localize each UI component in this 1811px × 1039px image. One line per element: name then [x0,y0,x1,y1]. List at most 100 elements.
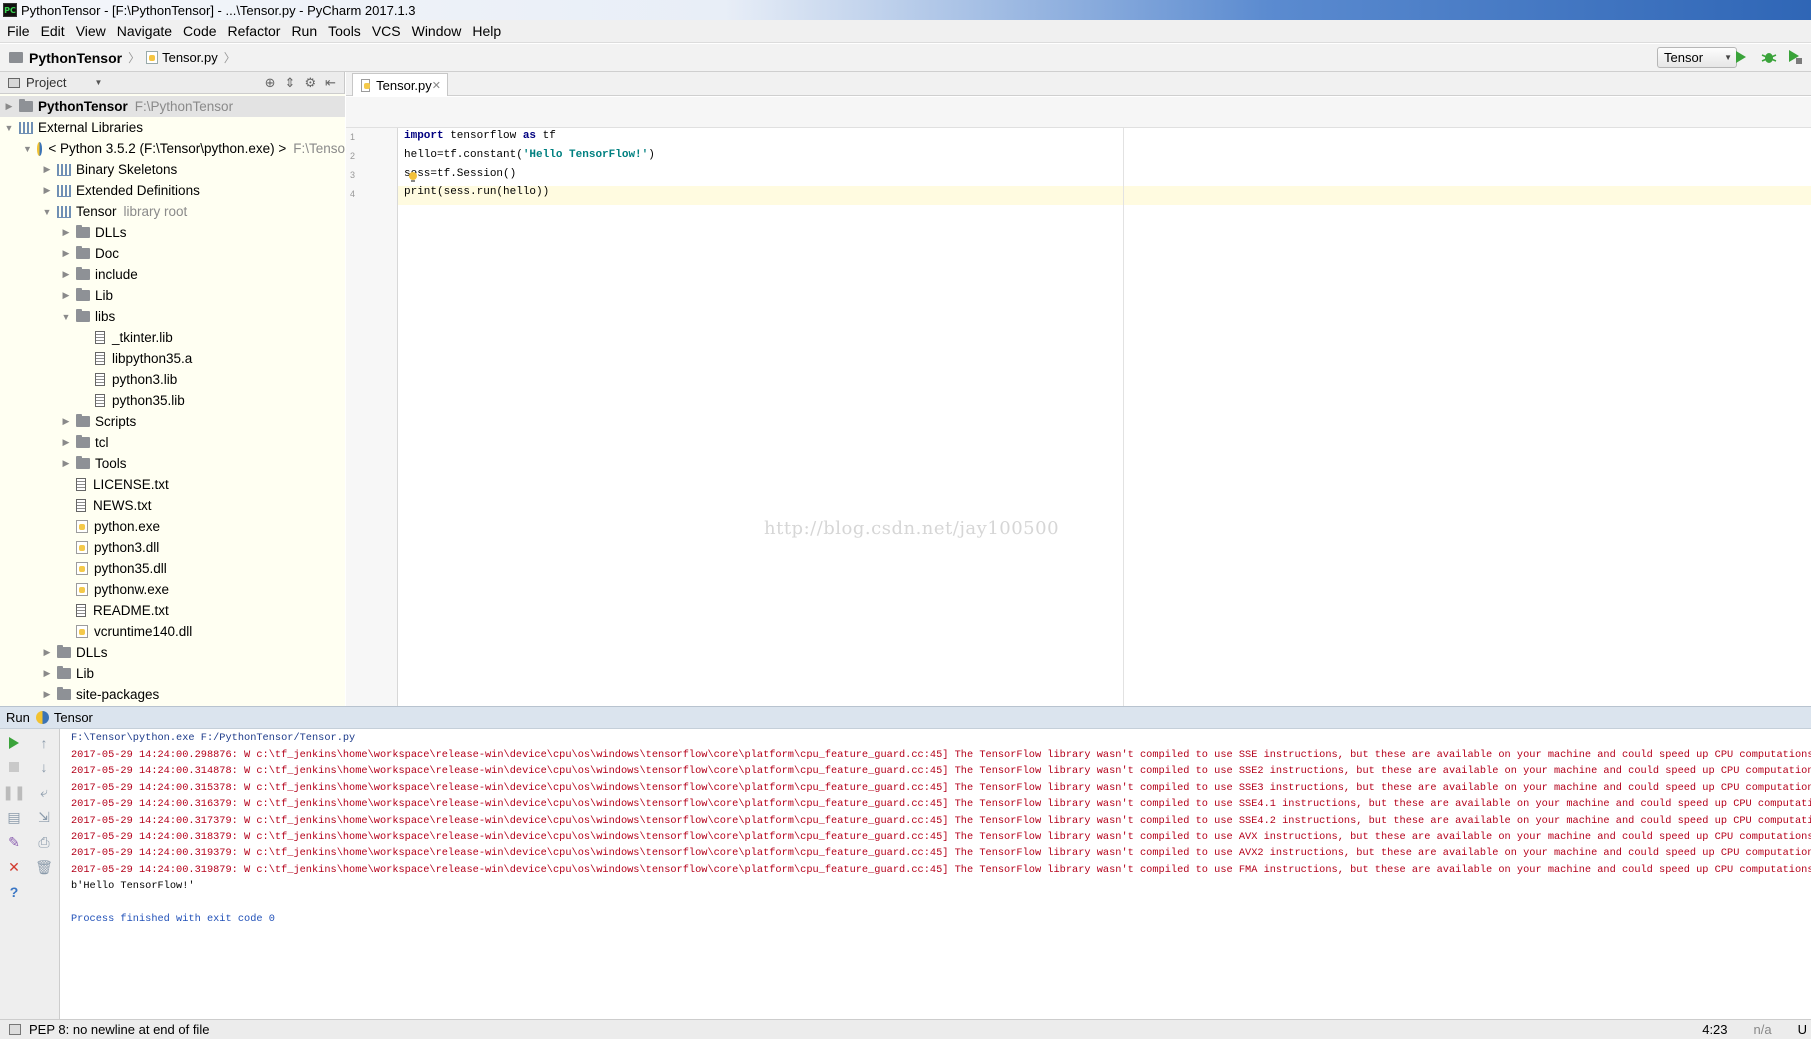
collapse-all-icon[interactable]: ⇕ [285,75,296,91]
tree-item[interactable]: python3.lib [0,369,345,390]
rerun-button[interactable] [5,734,23,752]
folder-icon [76,288,90,301]
collapsed-arrow-icon[interactable]: ▶ [4,101,14,112]
tree-item[interactable]: ▶ Binary Skeletons [0,159,345,180]
encoding-status[interactable]: U [1798,1022,1807,1037]
line-separator-status[interactable]: n/a [1754,1022,1772,1037]
tree-item[interactable]: LICENSE.txt [0,474,345,495]
run-configuration-select[interactable]: Tensor ▼ [1657,47,1737,68]
lightbulb-icon[interactable] [408,171,418,183]
tree-item[interactable]: README.txt [0,600,345,621]
tree-item[interactable]: ▼ < Python 3.5.2 (F:\Tensor\python.exe) >… [0,138,345,159]
pin-icon[interactable]: ✎ [5,833,23,851]
collapsed-arrow-icon[interactable]: ▶ [61,416,71,427]
tree-item[interactable]: python.exe [0,516,345,537]
collapsed-arrow-icon[interactable]: ▶ [61,458,71,469]
tree-item[interactable]: libpython35.a [0,348,345,369]
coverage-button[interactable] [1786,48,1804,66]
tree-item[interactable]: ▶ DLLs [0,642,345,663]
menu-navigate[interactable]: Navigate [113,23,179,39]
caret-position[interactable]: 4:23 [1702,1022,1727,1037]
tree-item[interactable]: ▶ Doc [0,243,345,264]
tree-item[interactable]: ▼ libs [0,306,345,327]
expanded-arrow-icon[interactable]: ▼ [61,312,71,322]
tree-item[interactable]: python3.dll [0,537,345,558]
tree-item[interactable]: ▼ External Libraries [0,117,345,138]
menu-window[interactable]: Window [408,23,469,39]
file-icon [76,499,86,512]
collapsed-arrow-icon[interactable]: ▶ [42,668,52,679]
menu-run[interactable]: Run [287,23,324,39]
tree-item[interactable]: ▶ tcl [0,432,345,453]
run-button[interactable] [1732,48,1750,66]
tree-item[interactable]: ▶ Lib [0,663,345,684]
scroll-down-icon[interactable]: ↓ [35,758,53,776]
project-tree[interactable]: ▶ PythonTensor F:\PythonTensor ▼ External Li… [0,94,345,706]
run-console[interactable]: F:\Tensor\python.exe F:/PythonTensor/Ten… [60,729,1811,1019]
editor-breadcrumb-area [346,97,1811,128]
menu-view[interactable]: View [72,23,113,39]
collapsed-arrow-icon[interactable]: ▶ [61,227,71,238]
collapsed-arrow-icon[interactable]: ▶ [61,437,71,448]
collapsed-arrow-icon[interactable]: ▶ [42,164,52,175]
locate-icon[interactable]: ⊕ [265,75,276,91]
tab-tensor-py[interactable]: Tensor.py ✕ [352,73,448,96]
tree-item[interactable]: ▶ Tools [0,453,345,474]
expanded-arrow-icon[interactable]: ▼ [42,207,52,217]
menu-tools[interactable]: Tools [324,23,368,39]
tree-item[interactable]: ▶ Scripts [0,411,345,432]
line-number: 3 [350,170,356,180]
menu-code[interactable]: Code [179,23,223,39]
close-icon[interactable]: ✕ [432,79,441,92]
tree-item[interactable]: python35.dll [0,558,345,579]
tree-item[interactable]: ▶ PythonTensor F:\PythonTensor [0,96,345,117]
pause-icon[interactable]: ❚❚ [2,783,25,801]
editor-gutter[interactable]: 1 2 3 4 [346,128,398,706]
tree-item[interactable]: ▶ include [0,264,345,285]
trash-icon[interactable]: 🗑 [35,858,53,876]
breadcrumb-root[interactable]: PythonTensor [29,50,122,66]
collapsed-arrow-icon[interactable]: ▶ [42,185,52,196]
menu-vcs[interactable]: VCS [368,23,408,39]
project-view-selector[interactable]: Project [26,75,66,90]
menu-refactor[interactable]: Refactor [224,23,288,39]
collapsed-arrow-icon[interactable]: ▶ [61,290,71,301]
debug-button[interactable] [1760,48,1778,66]
tree-item[interactable]: ▶ Extended Definitions [0,180,345,201]
tree-item[interactable]: ▶ site-packages [0,684,345,705]
code-editor[interactable]: import tensorflow as tf hello=tf.constan… [398,128,1811,706]
menu-edit[interactable]: Edit [37,23,72,39]
tree-item[interactable]: python35.lib [0,390,345,411]
tree-item[interactable]: NEWS.txt [0,495,345,516]
dropdown-arrow-icon[interactable]: ▼ [94,78,102,87]
tree-item[interactable]: ▼ Tensor library root [0,201,345,222]
tree-item[interactable]: vcruntime140.dll [0,621,345,642]
collapsed-arrow-icon[interactable]: ▶ [42,689,52,700]
tree-item[interactable]: _tkinter.lib [0,327,345,348]
stop-button[interactable] [5,758,23,776]
tree-item[interactable]: ▶ DLLs [0,222,345,243]
close-icon[interactable]: ✕ [5,858,23,876]
menu-help[interactable]: Help [468,23,508,39]
gear-icon[interactable]: ⚙ [304,75,316,91]
line-number: 1 [350,132,356,142]
scroll-to-end-icon[interactable]: ⇲ [35,808,53,826]
run-tab-tensor[interactable]: Tensor [54,710,93,725]
menu-file[interactable]: File [3,23,37,39]
help-icon[interactable]: ? [5,883,23,901]
expanded-arrow-icon[interactable]: ▼ [4,123,14,133]
hide-panel-icon[interactable]: ⇤ [325,75,336,91]
collapsed-arrow-icon[interactable]: ▶ [61,248,71,259]
expanded-arrow-icon[interactable]: ▼ [23,144,32,154]
tree-item[interactable]: pythonw.exe [0,579,345,600]
soft-wrap-icon[interactable]: ⤶ [35,783,53,801]
tool-windows-icon[interactable] [9,1024,21,1035]
collapsed-arrow-icon[interactable]: ▶ [42,647,52,658]
breadcrumb-file[interactable]: Tensor.py [162,50,218,65]
print-icon[interactable]: ⎙ [35,833,53,851]
collapsed-arrow-icon[interactable]: ▶ [61,269,71,280]
tree-item[interactable]: ▶ Lib [0,285,345,306]
scroll-up-icon[interactable]: ↑ [35,734,53,752]
layout-icon[interactable]: ▤ [5,808,23,826]
